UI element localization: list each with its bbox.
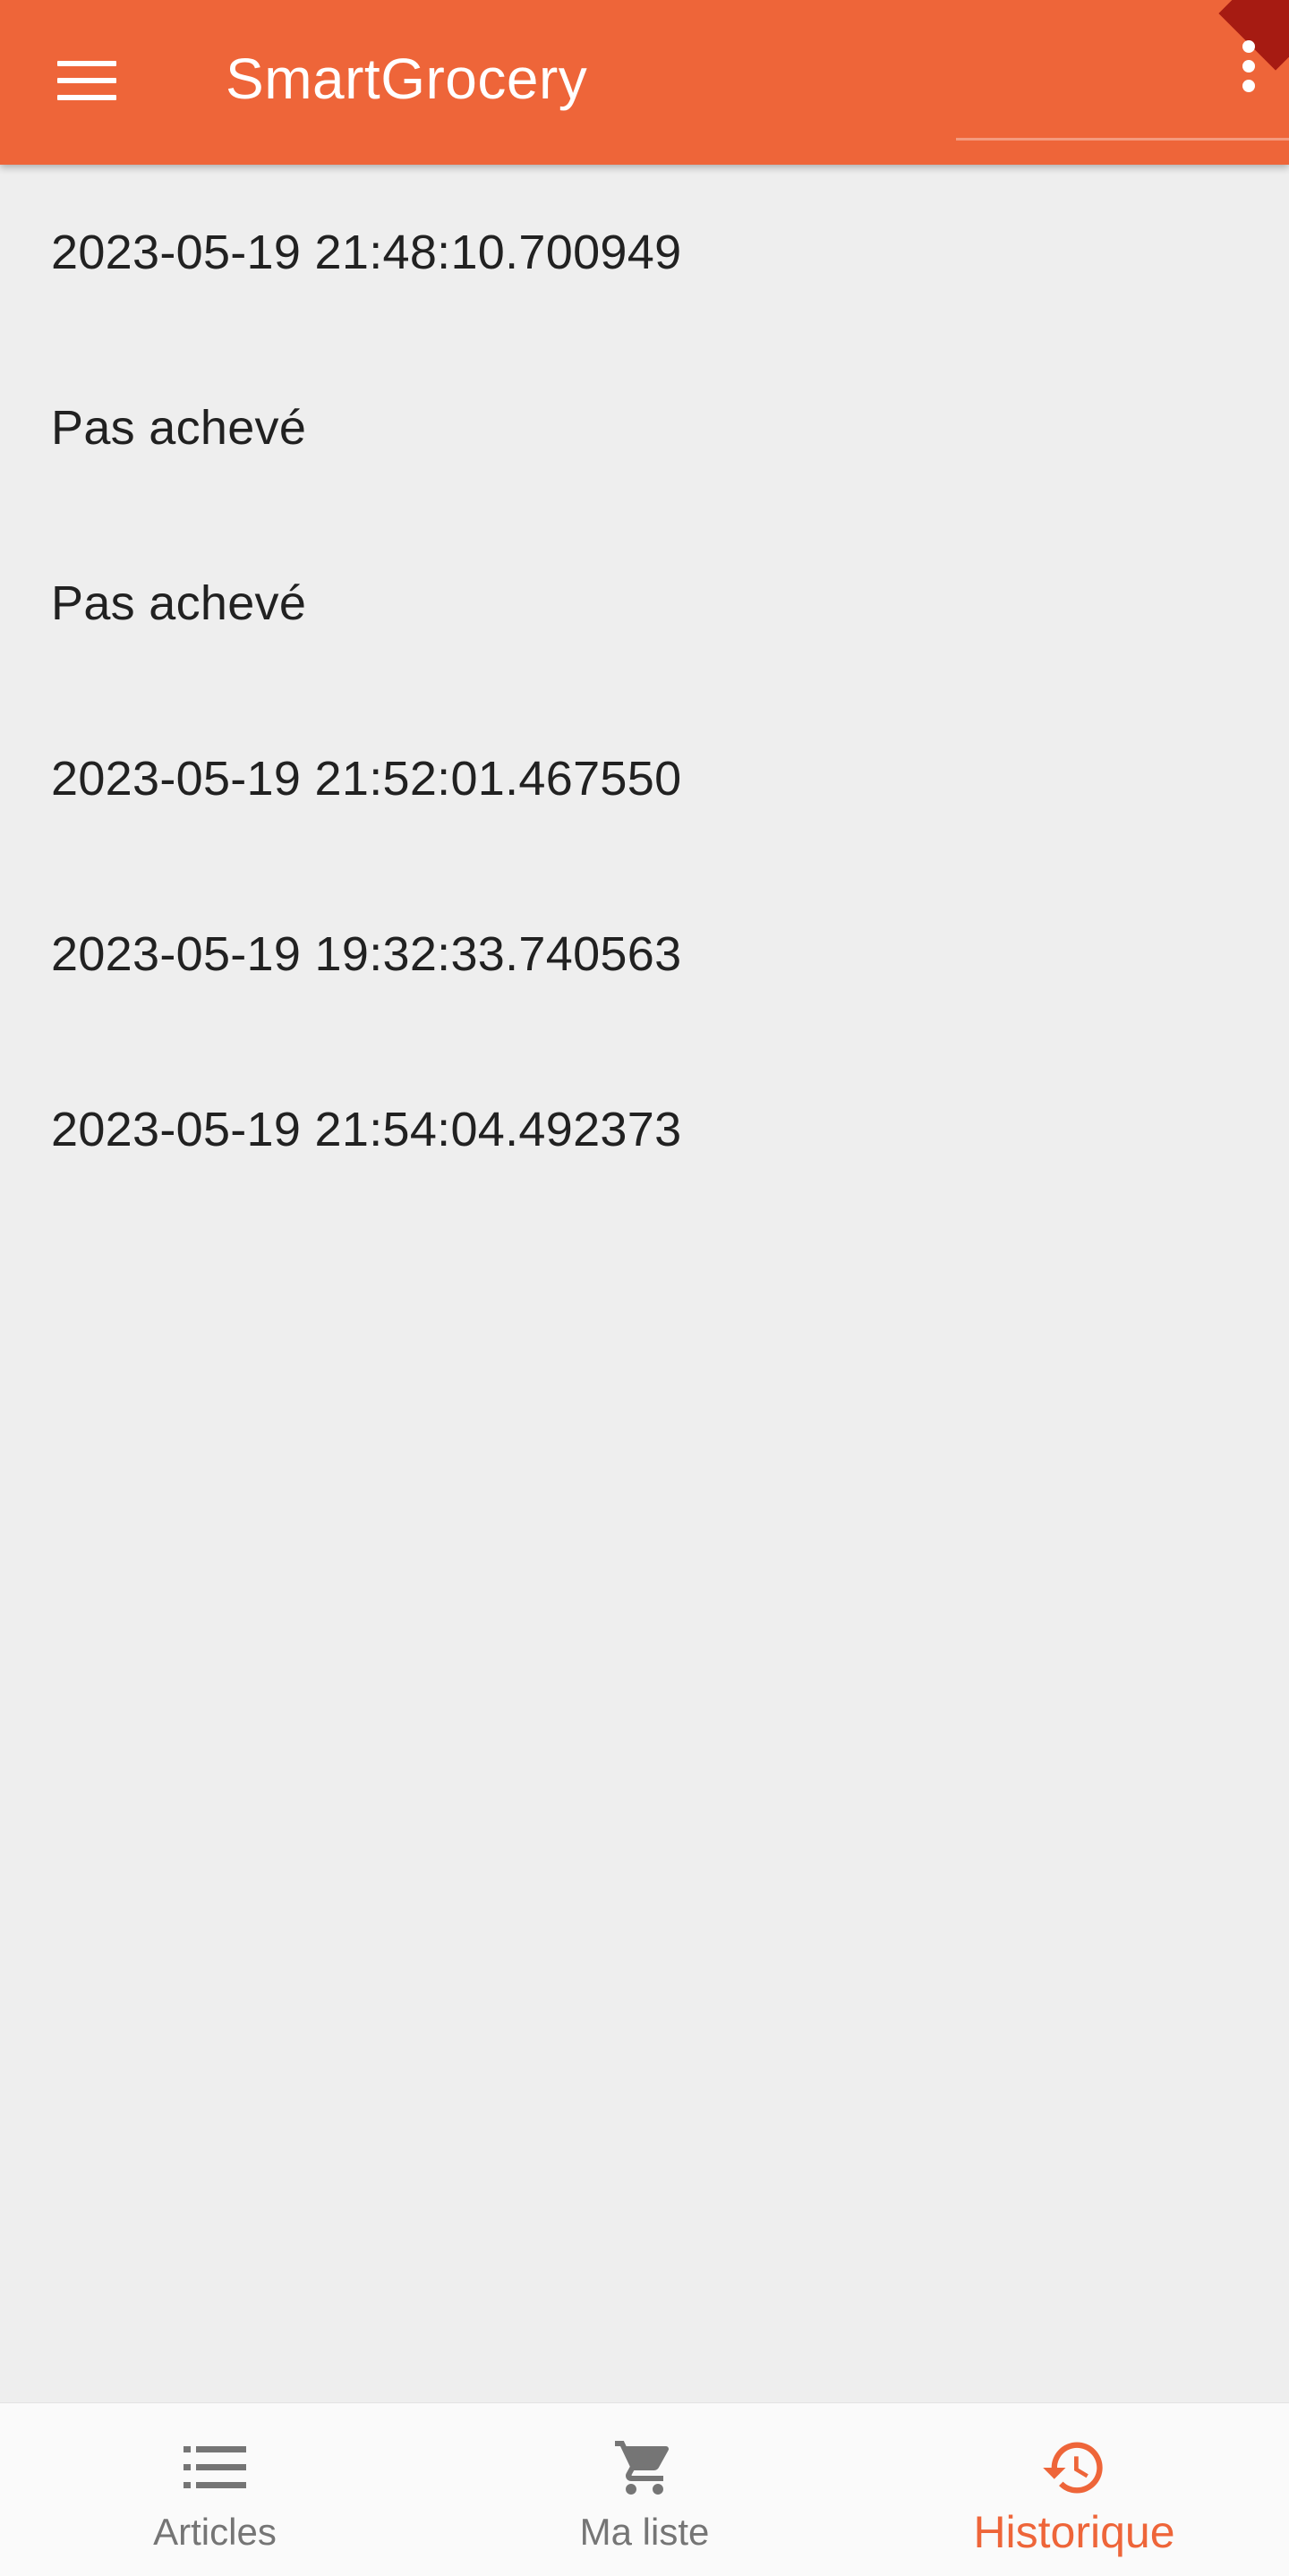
nav-item-ma-liste[interactable]: Ma liste (430, 2403, 859, 2576)
nav-item-historique[interactable]: Historique (859, 2403, 1289, 2576)
nav-label-historique: Historique (973, 2507, 1175, 2557)
history-item-label: 2023-05-19 19:32:33.740563 (51, 927, 682, 981)
history-item[interactable]: 2023-05-19 21:48:10.700949 (0, 165, 1289, 340)
list-icon (179, 2432, 251, 2503)
overflow-menu-button[interactable] (1217, 23, 1280, 109)
app-bar: SmartGrocery (0, 0, 1289, 165)
history-item[interactable]: 2023-05-19 21:54:04.492373 (0, 1042, 1289, 1217)
history-item-label: Pas achevé (51, 576, 307, 630)
nav-label-articles: Articles (153, 2511, 277, 2553)
shopping-cart-icon (609, 2432, 680, 2503)
nav-label-ma-liste: Ma liste (579, 2511, 710, 2553)
history-item-label: 2023-05-19 21:48:10.700949 (51, 226, 682, 279)
appbar-divider (956, 138, 1289, 141)
bottom-navigation: Articles Ma liste Historique (0, 2402, 1289, 2576)
history-icon (1038, 2432, 1110, 2503)
app-title: SmartGrocery (226, 47, 588, 111)
nav-item-articles[interactable]: Articles (0, 2403, 430, 2576)
history-list: 2023-05-19 21:48:10.700949 Pas achevé Pa… (0, 165, 1289, 1217)
history-item-label: 2023-05-19 21:54:04.492373 (51, 1103, 682, 1156)
history-item[interactable]: Pas achevé (0, 516, 1289, 691)
history-item[interactable]: 2023-05-19 21:52:01.467550 (0, 691, 1289, 866)
history-item[interactable]: 2023-05-19 19:32:33.740563 (0, 866, 1289, 1042)
app-root: SmartGrocery 2023-05-19 21:48:10.700949 … (0, 0, 1289, 2576)
history-item-label: 2023-05-19 21:52:01.467550 (51, 752, 682, 806)
hamburger-menu-icon (57, 61, 116, 100)
menu-button[interactable] (47, 45, 127, 116)
history-item-label: Pas achevé (51, 401, 307, 455)
history-item[interactable]: Pas achevé (0, 340, 1289, 516)
more-vert-icon (1242, 40, 1255, 92)
